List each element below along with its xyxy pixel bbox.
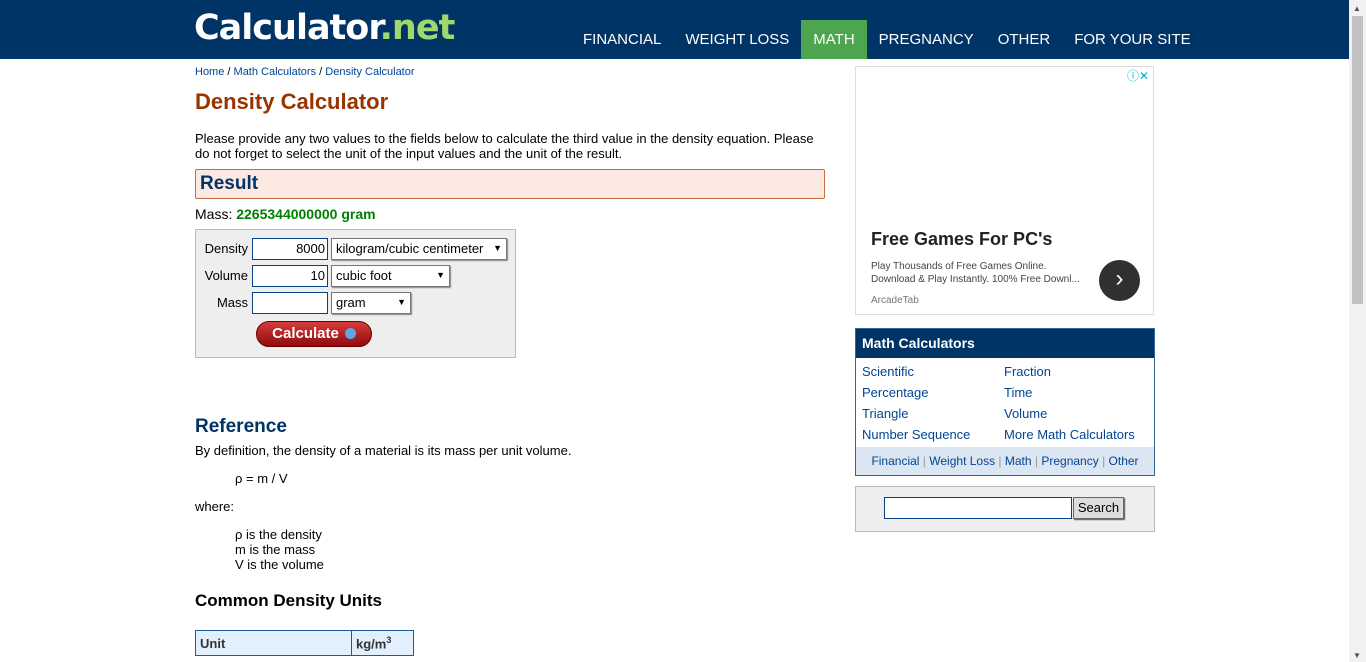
mass-input[interactable]	[252, 292, 328, 314]
link-time[interactable]: Time	[1004, 385, 1032, 400]
scroll-down-icon[interactable]: ▼	[1353, 651, 1361, 660]
density-unit-value: kilogram/cubic centimeter	[336, 241, 484, 256]
search-input[interactable]	[884, 497, 1072, 519]
breadcrumb-separator: /	[227, 66, 231, 78]
density-unit-select[interactable]: kilogram/cubic centimeter ▼	[331, 238, 507, 260]
search-box: Search	[855, 486, 1155, 532]
nav-other[interactable]: OTHER	[986, 20, 1063, 59]
calculate-button[interactable]: Calculate	[256, 321, 372, 347]
nav-math[interactable]: MATH	[801, 20, 867, 59]
common-units-title: Common Density Units	[195, 591, 383, 610]
volume-unit-value: cubic foot	[336, 268, 392, 283]
formula-variables: ρ is the density m is the mass V is the …	[195, 527, 825, 572]
page-title: Density Calculator	[195, 89, 389, 114]
link-percentage[interactable]: Percentage	[862, 385, 929, 400]
volume-input[interactable]: 10	[252, 265, 328, 287]
breadcrumb-separator: /	[319, 66, 323, 78]
site-logo[interactable]: Calculator.net	[194, 8, 455, 48]
result-label: Mass:	[195, 206, 233, 222]
density-form: Density 8000 kilogram/cubic centimeter ▼ …	[195, 229, 516, 358]
main-nav: FINANCIAL WEIGHT LOSS MATH PREGNANCY OTH…	[571, 20, 1203, 59]
mass-unit-value: gram	[336, 295, 366, 310]
main-content: Home / Math Calculators / Density Calcul…	[195, 60, 825, 656]
nav-pregnancy[interactable]: PREGNANCY	[867, 20, 986, 59]
dropdown-arrow-icon: ▼	[436, 270, 445, 280]
math-calculators-title: Math Calculators	[856, 329, 1154, 358]
link-volume[interactable]: Volume	[1004, 406, 1047, 421]
mass-label: Mass	[216, 295, 248, 310]
play-icon	[344, 327, 356, 339]
breadcrumb-density-calculator[interactable]: Density Calculator	[325, 66, 414, 78]
link-scientific[interactable]: Scientific	[862, 364, 914, 379]
ad-info-close-icon[interactable]: ⓘ✕	[1127, 67, 1149, 84]
link-more-math[interactable]: More Math Calculators	[1004, 427, 1135, 442]
reference-definition: By definition, the density of a material…	[195, 443, 572, 458]
ad-body[interactable]: Free Games For PC's Play Thousands of Fr…	[860, 225, 1151, 313]
nav-weight-loss[interactable]: WEIGHT LOSS	[673, 20, 801, 59]
footer-link-math[interactable]: Math	[1005, 454, 1032, 468]
header-kg-m3: kg/m3	[351, 630, 414, 656]
breadcrumb-math-calculators[interactable]: Math Calculators	[234, 66, 317, 78]
dropdown-arrow-icon: ▼	[397, 297, 406, 307]
ad-source: ArcadeTab	[871, 295, 919, 306]
math-calculators-box: Math Calculators Scientific Percentage T…	[855, 328, 1155, 476]
scroll-up-icon[interactable]: ▲	[1353, 4, 1361, 13]
density-input[interactable]: 8000	[252, 238, 328, 260]
result-line: Mass: 2265344000000 gram	[195, 206, 825, 222]
chevron-right-icon[interactable]: ›	[1099, 260, 1140, 301]
link-number-sequence[interactable]: Number Sequence	[862, 427, 970, 442]
breadcrumb: Home / Math Calculators / Density Calcul…	[195, 66, 825, 78]
breadcrumb-home[interactable]: Home	[195, 66, 224, 78]
link-fraction[interactable]: Fraction	[1004, 364, 1051, 379]
result-box: Result	[195, 169, 825, 199]
variable-mass: m is the mass	[235, 542, 316, 557]
where-label: where:	[195, 499, 235, 514]
search-button[interactable]: Search	[1073, 497, 1124, 519]
reference-title: Reference	[195, 416, 287, 437]
scroll-thumb[interactable]	[1352, 16, 1363, 304]
top-navigation-bar: Calculator.net FINANCIAL WEIGHT LOSS MAT…	[0, 0, 1349, 59]
volume-label: Volume	[204, 268, 248, 283]
dropdown-arrow-icon: ▼	[493, 243, 502, 253]
variable-density: ρ is the density	[235, 527, 322, 542]
result-value: 2265344000000 gram	[236, 206, 376, 222]
intro-text: Please provide any two values to the fie…	[195, 131, 814, 161]
variable-volume: V is the volume	[235, 557, 324, 572]
footer-link-financial[interactable]: Financial	[871, 454, 919, 468]
table-header-row: Unit kg/m3	[195, 630, 414, 656]
result-title: Result	[200, 173, 259, 194]
density-formula: ρ = m / V	[235, 471, 288, 486]
footer-link-pregnancy[interactable]: Pregnancy	[1041, 454, 1098, 468]
advertisement[interactable]: ⓘ✕ Free Games For PC's Play Thousands of…	[855, 66, 1154, 315]
nav-financial[interactable]: FINANCIAL	[571, 20, 673, 59]
footer-link-weight-loss[interactable]: Weight Loss	[929, 454, 995, 468]
mass-unit-select[interactable]: gram ▼	[331, 292, 411, 314]
footer-link-other[interactable]: Other	[1109, 454, 1139, 468]
link-triangle[interactable]: Triangle	[862, 406, 908, 421]
category-footer-links: Financial | Weight Loss | Math | Pregnan…	[856, 447, 1154, 475]
common-units-table: Unit kg/m3	[195, 630, 414, 656]
nav-for-your-site[interactable]: FOR YOUR SITE	[1062, 20, 1202, 59]
volume-unit-select[interactable]: cubic foot ▼	[331, 265, 450, 287]
density-label: Density	[204, 241, 248, 256]
ad-title[interactable]: Free Games For PC's	[871, 229, 1052, 250]
page-scrollbar[interactable]: ▲ ▼	[1349, 0, 1366, 662]
calculate-label: Calculate	[272, 325, 339, 342]
header-unit: Unit	[195, 630, 352, 656]
ad-text: Play Thousands of Free Games Online. Dow…	[871, 261, 1080, 285]
